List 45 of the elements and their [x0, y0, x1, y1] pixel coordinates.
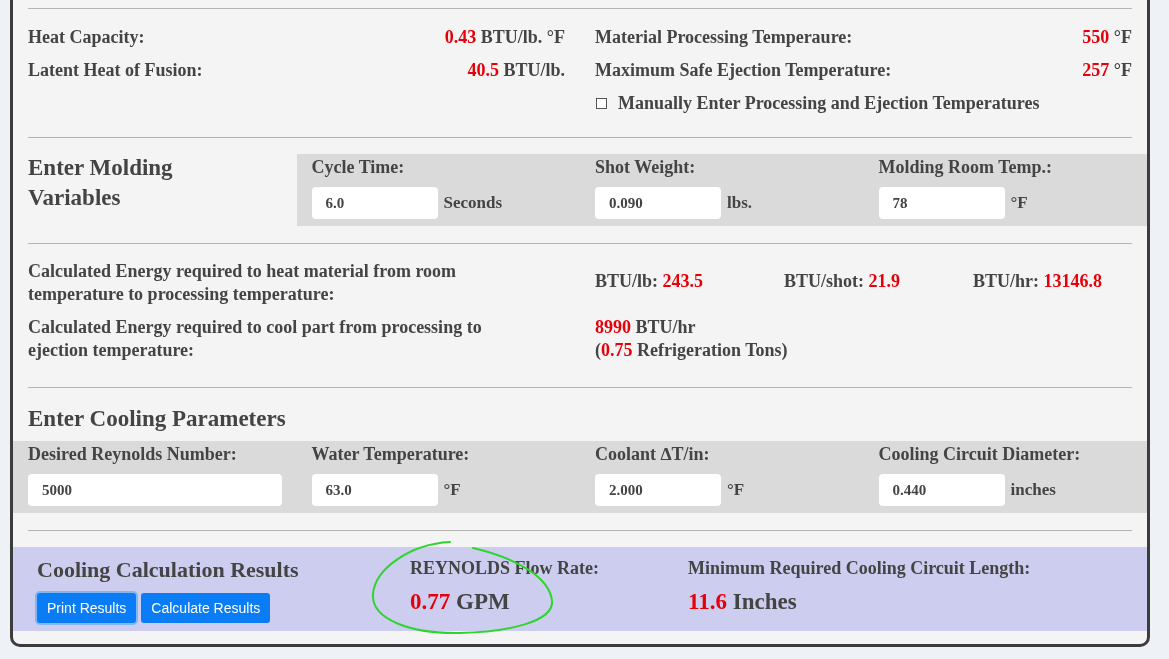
unit-label: °F [727, 479, 745, 502]
property-label: Heat Capacity: [28, 26, 145, 49]
property-value: 40.5 BTU/lb. [467, 59, 565, 82]
unit-label: °F [443, 479, 461, 502]
result-value: 0.77 GPM [410, 588, 510, 616]
section-heading: Enter Molding Variables [28, 154, 174, 212]
results-heading: Cooling Calculation Results [37, 556, 299, 584]
result-label: Minimum Required Cooling Circuit Length: [688, 557, 1031, 580]
energy-label: Calculated Energy required to heat material from room temperature to processing temperature: [28, 260, 458, 306]
property-label: Latent Heat of Fusion: [28, 59, 203, 82]
cooling-load-reading: 8990 BTU/hr [595, 316, 696, 339]
field-label: Cooling Circuit Diameter: [878, 443, 1081, 466]
input-field[interactable]: 78 [878, 187, 1005, 219]
field-label: Shot Weight: [595, 156, 696, 179]
result-value: 11.6 Inches [688, 588, 797, 616]
input-field[interactable]: 2.000 [595, 474, 721, 506]
field-label: Molding Room Temp.: [878, 156, 1053, 179]
refrigeration-tons-reading: (0.75 Refrigeration Tons) [595, 339, 788, 362]
energy-reading: BTU/lb: 243.5 [595, 271, 704, 291]
input-field[interactable]: 6.0 [311, 187, 438, 219]
field-label: Coolant ∆T/in: [595, 443, 710, 466]
property-value: 0.43 BTU/lb. °F [444, 26, 565, 49]
unit-label: lbs. [727, 192, 753, 215]
checkbox-label[interactable]: Manually Enter Processing and Ejection Temperatures [618, 90, 1040, 117]
input-field[interactable]: 63.0 [311, 474, 438, 506]
input-field[interactable]: 0.090 [595, 187, 721, 219]
energy-reading: BTU/shot: 21.9 [784, 271, 900, 291]
field-label: Desired Reynolds Number: [28, 443, 237, 466]
unit-label: Seconds [443, 192, 503, 215]
section-heading: Enter Cooling Parameters [28, 405, 286, 433]
property-value: 257 °F [1082, 59, 1132, 82]
energy-reading: BTU/hr: 13146.8 [973, 271, 1102, 291]
field-label: Cycle Time: [311, 156, 405, 179]
results-button[interactable]: Print Results [37, 593, 137, 623]
unit-label: inches [1010, 479, 1056, 502]
input-field[interactable]: 5000 [28, 474, 282, 506]
energy-label: Calculated Energy required to cool part from processing to ejection temperature: [28, 316, 483, 362]
property-value: 550 °F [1082, 26, 1132, 49]
checkbox[interactable] [596, 98, 607, 109]
field-label: Water Temperature: [311, 443, 470, 466]
results-button[interactable]: Calculate Results [141, 593, 271, 623]
property-label: Maximum Safe Ejection Temperature: [595, 59, 892, 82]
property-label: Material Processing Temperaure: [595, 26, 853, 49]
unit-label: °F [1010, 192, 1028, 215]
input-field[interactable]: 0.440 [878, 474, 1005, 506]
